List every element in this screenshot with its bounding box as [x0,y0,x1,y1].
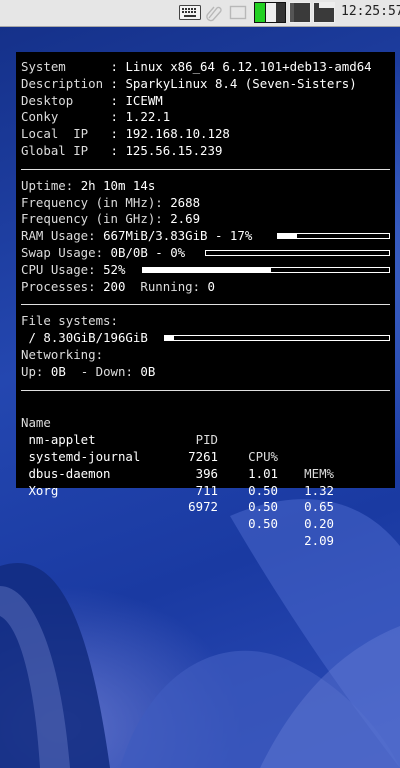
global-ip-value: 125.56.15.239 [125,142,223,158]
conky-version-value: 1.22.1 [125,109,171,125]
cpu-usage-bar [142,266,390,273]
system-row: System : Linux x86_64 6.12.101+deb13-amd… [21,59,372,74]
processes-row: Processes: 200 Running: 0 [21,279,390,296]
keyboard-icon[interactable] [179,5,201,20]
taskbar: 12:25:57 [0,0,400,27]
filesystems-label: File systems: [21,313,118,329]
swap-usage-label: Swap Usage: [21,244,104,260]
conky-version-label: Conky [21,109,104,125]
system-value: Linux x86_64 6.12.101+deb13-amd64 [125,59,372,74]
system-label: System [21,59,104,74]
local-ip-value: 192.168.10.128 [125,126,230,142]
filesystem-root-value: / 8.30GiB/196GiB [21,330,148,346]
filesystems-heading: File systems: [21,313,390,330]
cpu-usage-value: 52% [103,261,126,277]
frequency-mhz-label: Frequency (in MHz): [21,194,163,210]
ram-usage-bar-fill [278,234,297,239]
desktop-row: Desktop : ICEWM [21,92,163,108]
download-value: 0B [140,363,156,379]
running-value: 0 [207,278,216,294]
ram-usage-bar [277,233,390,240]
description-label: Description [21,75,104,91]
clip-icon[interactable] [205,4,223,22]
filesystem-root-row: / 8.30GiB/196GiB [21,330,390,347]
process-table-header: Name PID CPU% MEM% [21,399,390,480]
clock[interactable]: 12:25:57 [341,4,400,19]
upload-value: 0B [50,363,66,379]
local-ip-label: Local IP [21,126,104,142]
process-name: Xorg [21,482,59,498]
processes-label: Processes: [21,278,96,294]
processes-value: 200 [103,278,126,294]
description-row: Description : SparkyLinux 8.4 (Seven-Sis… [21,75,357,91]
process-row: Xorg 6972 0.50 2.09 [21,466,390,548]
upload-label: Up: [21,363,44,379]
ram-usage-label: RAM Usage: [21,228,96,244]
networking-label: Networking: [21,346,104,362]
swap-usage-row: Swap Usage: 0B/0B - 0% [21,245,390,262]
filesystem-root-bar [164,335,390,342]
process-mem: 1.32 [304,482,334,498]
ram-usage-row: RAM Usage: 667MiB/3.83GiB - 17% [21,228,390,245]
process-cpu: 0.50 [248,482,278,498]
description-value: SparkyLinux 8.4 (Seven-Sisters) [125,75,357,91]
frequency-mhz-row: Frequency (in MHz): 2688 [21,195,390,212]
process-mem: 0.65 [304,499,334,515]
global-ip-row: Global IP : 125.56.15.239 [21,142,223,158]
divider [21,389,390,391]
cpu-graph-icon[interactable] [254,2,286,23]
divider [21,168,390,170]
uptime-value: 2h 10m 14s [80,177,156,193]
process-pid: 6972 [188,499,218,515]
network-graph-icon[interactable] [313,2,335,23]
network-traffic-row: Up: 0B - Down: 0B [21,364,390,381]
frequency-ghz-value: 2.69 [170,211,201,227]
local-ip-row: Local IP : 192.168.10.128 [21,126,230,142]
process-row: dbus-daemon 711 0.50 0.20 [21,449,390,531]
window-icon[interactable] [229,5,247,20]
process-pid: 711 [195,482,218,498]
desktop-value: ICEWM [125,92,163,108]
conky-panel: System : Linux x86_64 6.12.101+deb13-amd… [16,52,395,548]
process-cpu: 0.50 [248,516,278,532]
running-label: Running: [140,278,201,294]
cpu-usage-row: CPU Usage: 52% [21,262,390,279]
frequency-mhz-value: 2688 [170,194,201,210]
divider [21,304,390,306]
conky-version-row: Conky : 1.22.1 [21,109,171,125]
download-label: - Down: [80,363,133,379]
process-cpu: 0.50 [248,499,278,515]
process-row: systemd-journal 396 0.50 0.65 [21,432,390,514]
global-ip-label: Global IP [21,142,104,158]
desktop-label: Desktop [21,92,104,108]
swap-usage-bar [205,249,390,256]
cpu-usage-bar-fill [143,267,271,272]
uptime-row: Uptime: 2h 10m 14s [21,178,390,195]
frequency-ghz-row: Frequency (in GHz): 2.69 [21,211,390,228]
swap-usage-value: 0B/0B - 0% [110,244,186,260]
ram-usage-value: 667MiB/3.83GiB - 17% [103,228,253,244]
frequency-ghz-label: Frequency (in GHz): [21,211,163,227]
process-mem: 0.20 [304,516,334,532]
process-mem: 2.09 [304,532,334,548]
memory-graph-icon[interactable] [289,2,311,23]
uptime-label: Uptime: [21,177,74,193]
networking-heading: Networking: [21,347,390,364]
cpu-usage-label: CPU Usage: [21,261,96,277]
filesystem-root-bar-fill [165,336,174,341]
process-row: nm-applet 7261 1.01 1.32 [21,415,390,497]
